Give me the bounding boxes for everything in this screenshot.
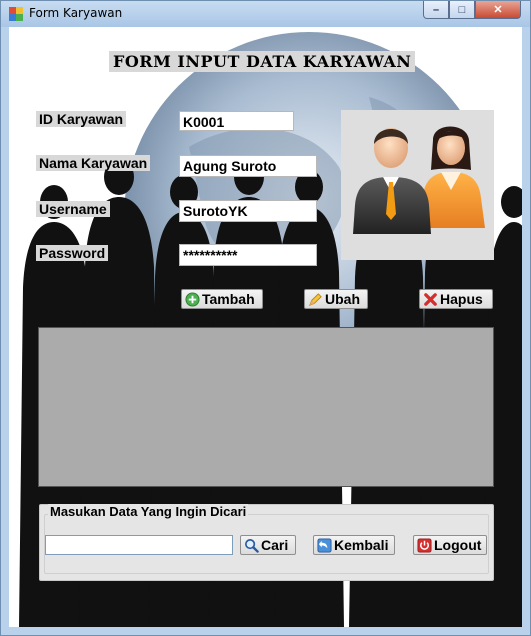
back-icon	[317, 537, 332, 553]
app-form-icon	[9, 7, 23, 21]
hapus-button[interactable]: Hapus	[419, 289, 493, 309]
window-title: Form Karyawan	[29, 6, 123, 20]
data-grid[interactable]	[38, 327, 494, 487]
id-karyawan-label: ID Karyawan	[36, 111, 127, 127]
x-icon	[424, 292, 437, 306]
search-group-title: Masukan Data Yang Ingin Dicari	[48, 504, 249, 519]
close-button[interactable]: ✕	[475, 1, 521, 19]
search-input[interactable]	[45, 535, 233, 555]
form-client-area: FORM INPUT DATA KARYAWAN ID Karyawan K00…	[9, 27, 522, 627]
cari-button[interactable]: Cari	[240, 535, 296, 555]
title-bar[interactable]: Form Karyawan – □ ✕	[1, 1, 530, 27]
ubah-button[interactable]: Ubah	[304, 289, 368, 309]
logout-button-label: Logout	[434, 537, 482, 553]
password-label: Password	[36, 245, 109, 261]
username-field[interactable]: SurotoYK	[179, 200, 317, 222]
pencil-icon	[309, 292, 322, 306]
hapus-button-label: Hapus	[440, 291, 483, 307]
magnifier-icon	[245, 538, 259, 553]
form-heading: FORM INPUT DATA KARYAWAN	[109, 51, 416, 72]
nama-karyawan-field[interactable]: Agung Suroto	[179, 155, 317, 177]
users-icon	[353, 126, 485, 234]
power-icon	[417, 537, 432, 553]
id-karyawan-field[interactable]: K0001	[179, 111, 294, 131]
form-karyawan-window: Form Karyawan – □ ✕ FORM INPUT DATA KARY…	[0, 0, 531, 636]
kembali-button-label: Kembali	[334, 537, 389, 553]
minimize-button[interactable]: –	[423, 1, 449, 19]
nama-karyawan-label: Nama Karyawan	[36, 155, 151, 171]
username-label: Username	[36, 201, 110, 217]
ubah-button-label: Ubah	[325, 291, 360, 307]
cari-button-label: Cari	[261, 537, 289, 553]
search-groupbox: Masukan Data Yang Ingin Dicari Cari Kemb…	[39, 504, 494, 581]
logout-button[interactable]: Logout	[413, 535, 487, 555]
plus-circle-icon	[185, 291, 200, 307]
maximize-button[interactable]: □	[449, 1, 475, 19]
password-field[interactable]: **********	[179, 244, 317, 266]
tambah-button[interactable]: Tambah	[181, 289, 263, 309]
employee-photo	[341, 110, 494, 260]
tambah-button-label: Tambah	[202, 291, 255, 307]
kembali-button[interactable]: Kembali	[313, 535, 395, 555]
